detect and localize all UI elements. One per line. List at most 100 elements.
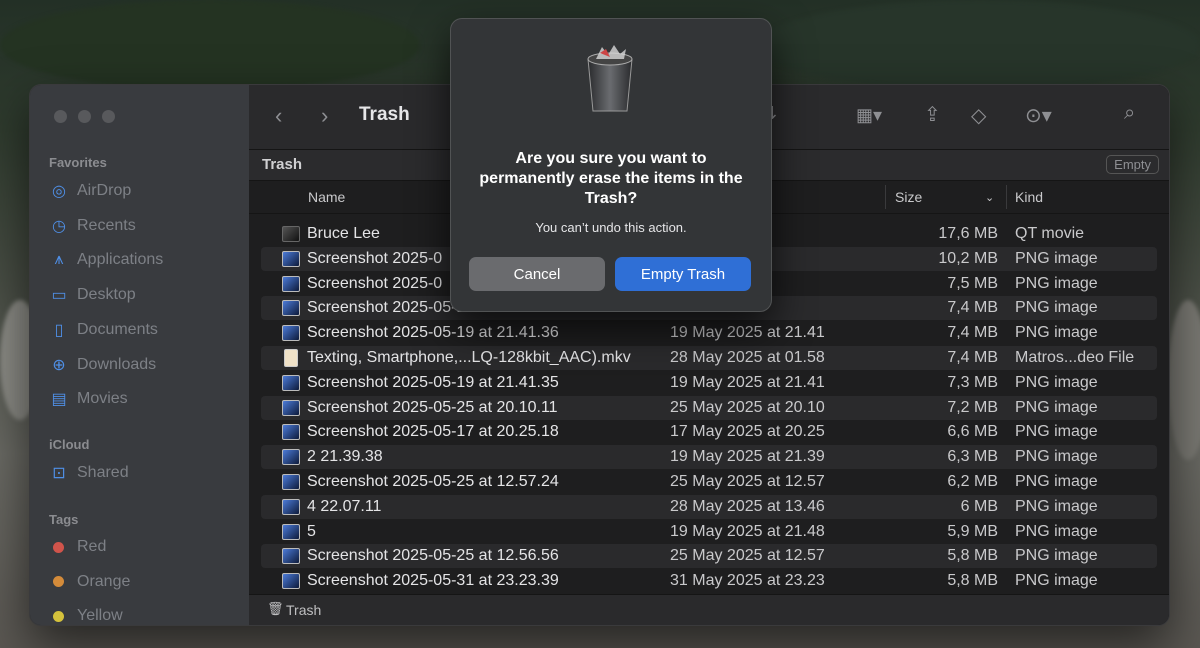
image-file-icon — [282, 424, 300, 441]
table-row[interactable]: Screenshot 2025-05-31 at 23.23.39 31 May … — [261, 569, 1157, 593]
dialog-title: Are you sure you want to permanently era… — [479, 150, 743, 207]
trash-can-icon — [587, 45, 633, 112]
sidebar-item-label: Applications — [77, 251, 164, 269]
image-file-icon — [282, 474, 300, 490]
file-kind: PNG image — [1015, 473, 1098, 490]
table-row[interactable]: Texting, Smartphone,...LQ-128kbit_AAC).m… — [261, 346, 1157, 370]
table-row[interactable]: 2 21.39.38 19 May 2025 at 21.39 6,3 MB PNG … — [261, 445, 1157, 470]
file-date: 19 May 2025 at 21.39 — [670, 448, 825, 466]
file-date: 19 May 2025 at 21.48 — [670, 522, 825, 540]
file-kind: PNG image — [1015, 522, 1098, 540]
icloud-heading: iCloud — [49, 437, 90, 452]
table-row[interactable]: Screenshot 2025-05-25 at 20.10.11 25 May … — [261, 395, 1157, 420]
status-bar: 🗑 Trash — [249, 594, 1169, 625]
file-kind: PNG image — [1015, 398, 1098, 416]
table-row[interactable]: 4 22.07.11 28 May 2025 at 13.46 6 MB PNG im… — [261, 494, 1157, 519]
sidebar-item-documents[interactable]: ▯ Documents — [49, 317, 158, 343]
column-kind[interactable]: Kind — [1015, 189, 1043, 205]
file-size: 6,2 MB — [947, 473, 998, 490]
airdrop-icon: ◎ — [52, 183, 66, 200]
table-row[interactable]: 5 19 May 2025 at 21.48 5,9 MB PNG image — [261, 520, 1157, 544]
file-date: 28 May 2025 at 13.46 — [670, 497, 825, 515]
table-row[interactable]: Screenshot 2025-05-25 at 12.57.24 25 May … — [261, 470, 1157, 494]
sidebar-item-label: Orange — [77, 572, 131, 590]
file-size: 5,8 MB — [947, 572, 998, 590]
image-file-icon — [282, 523, 300, 540]
search-icon[interactable]: ⌕ — [1124, 102, 1135, 125]
video-file-icon — [284, 349, 298, 367]
sidebar-item-label: Recents — [77, 216, 136, 234]
file-size: 7,4 MB — [947, 299, 998, 317]
image-file-icon — [282, 275, 300, 292]
more-actions-icon[interactable]: ⊙▾ — [1025, 103, 1052, 128]
file-name: 5 — [307, 522, 316, 540]
tags-heading: Tags — [49, 512, 79, 527]
image-file-icon — [282, 300, 300, 317]
sidebar-item-label: Downloads — [77, 355, 157, 373]
clock-icon: ◷ — [52, 217, 66, 235]
sidebar-item-label: Documents — [77, 320, 158, 338]
empty-trash-dialog: Are you sure you want to permanently era… — [450, 18, 772, 312]
sidebar-item-recents[interactable]: ◷ Recents — [49, 213, 136, 239]
sidebar-tag-yellow[interactable]: Yellow — [49, 603, 123, 625]
file-kind: PNG image — [1015, 324, 1098, 342]
column-size[interactable]: Size — [895, 189, 922, 205]
file-size: 7,4 MB — [947, 349, 998, 366]
sidebar-item-downloads[interactable]: ⊕ Downloads — [49, 352, 156, 378]
table-row[interactable]: Screenshot 2025-05-19 at 21.41.36 19 May … — [261, 321, 1157, 345]
file-name: Screenshot 2025-05-19 at 21.41.36 — [307, 324, 559, 342]
sidebar-item-applications[interactable]: ⩚ Applications — [49, 247, 163, 273]
table-row[interactable]: Screenshot 2025-05-19 at 21.41.35 19 May … — [261, 371, 1157, 395]
file-kind: PNG image — [1015, 547, 1098, 565]
window-title: Trash — [359, 104, 410, 125]
back-chevron-icon[interactable]: ‹ — [275, 103, 282, 129]
cancel-button[interactable]: Cancel — [469, 257, 605, 291]
file-date: 31 May 2025 at 23.23 — [670, 572, 825, 590]
forward-chevron-icon[interactable]: › — [321, 103, 328, 129]
sidebar-item-label: Red — [77, 538, 107, 555]
file-name: Bruce Lee — [307, 225, 380, 242]
file-size: 7,5 MB — [947, 274, 998, 292]
file-name: Screenshot 2025-0 — [307, 249, 443, 267]
sidebar-item-shared[interactable]: ⊡ Shared — [49, 460, 128, 486]
minimize-window-button[interactable] — [78, 110, 91, 123]
sidebar-tag-orange[interactable]: Orange — [49, 569, 130, 595]
file-size: 6,3 MB — [947, 448, 998, 466]
file-kind: QT movie — [1015, 225, 1085, 242]
sidebar-item-label: Movies — [77, 390, 128, 408]
sidebar-item-airdrop[interactable]: ◎ AirDrop — [49, 178, 131, 204]
download-icon: ⊕ — [52, 356, 66, 374]
file-name: Screenshot 2025-05-31 at 23.23.39 — [307, 572, 559, 590]
movie-file-icon — [282, 226, 300, 242]
empty-trash-bar-button[interactable]: Empty — [1106, 155, 1159, 174]
zoom-window-button[interactable] — [102, 110, 115, 123]
path-label: Trash — [262, 156, 303, 173]
image-file-icon — [282, 374, 300, 391]
file-name: Screenshot 2025-05-17 at 20.25.18 — [307, 423, 559, 441]
sidebar-tag-red[interactable]: Red — [49, 534, 106, 560]
file-kind: Matros...deo File — [1015, 349, 1135, 366]
file-size: 7,3 MB — [947, 373, 998, 391]
tag-icon[interactable]: ◇ — [971, 103, 986, 128]
grid-view-icon[interactable]: ▦▾ — [856, 105, 882, 126]
image-file-icon — [282, 325, 300, 342]
share-icon[interactable]: ⇪ — [924, 102, 941, 127]
sidebar-item-desktop[interactable]: ▭ Desktop — [49, 282, 135, 308]
file-kind: PNG image — [1015, 299, 1098, 317]
tag-color-dot — [53, 541, 64, 553]
empty-trash-button[interactable]: Empty Trash — [615, 257, 751, 291]
tag-color-dot — [53, 610, 64, 622]
table-row[interactable]: Screenshot 2025-05-25 at 12.56.56 25 May … — [261, 544, 1157, 569]
file-size: 6 MB — [960, 497, 998, 515]
image-file-icon — [282, 250, 300, 267]
file-size: 7,4 MB — [947, 324, 998, 342]
column-name[interactable]: Name — [308, 189, 345, 205]
file-date: 25 May 2025 at 12.57 — [670, 547, 825, 565]
file-kind: PNG image — [1015, 423, 1098, 441]
sidebar-item-movies[interactable]: ▤ Movies — [49, 386, 128, 412]
file-size: 17,6 MB — [938, 225, 998, 242]
file-name: 4 22.07.11 — [307, 497, 382, 515]
dialog-message: You can’t undo this action. — [535, 220, 687, 235]
close-window-button[interactable] — [54, 110, 67, 123]
table-row[interactable]: Screenshot 2025-05-17 at 20.25.18 17 May … — [261, 420, 1157, 444]
